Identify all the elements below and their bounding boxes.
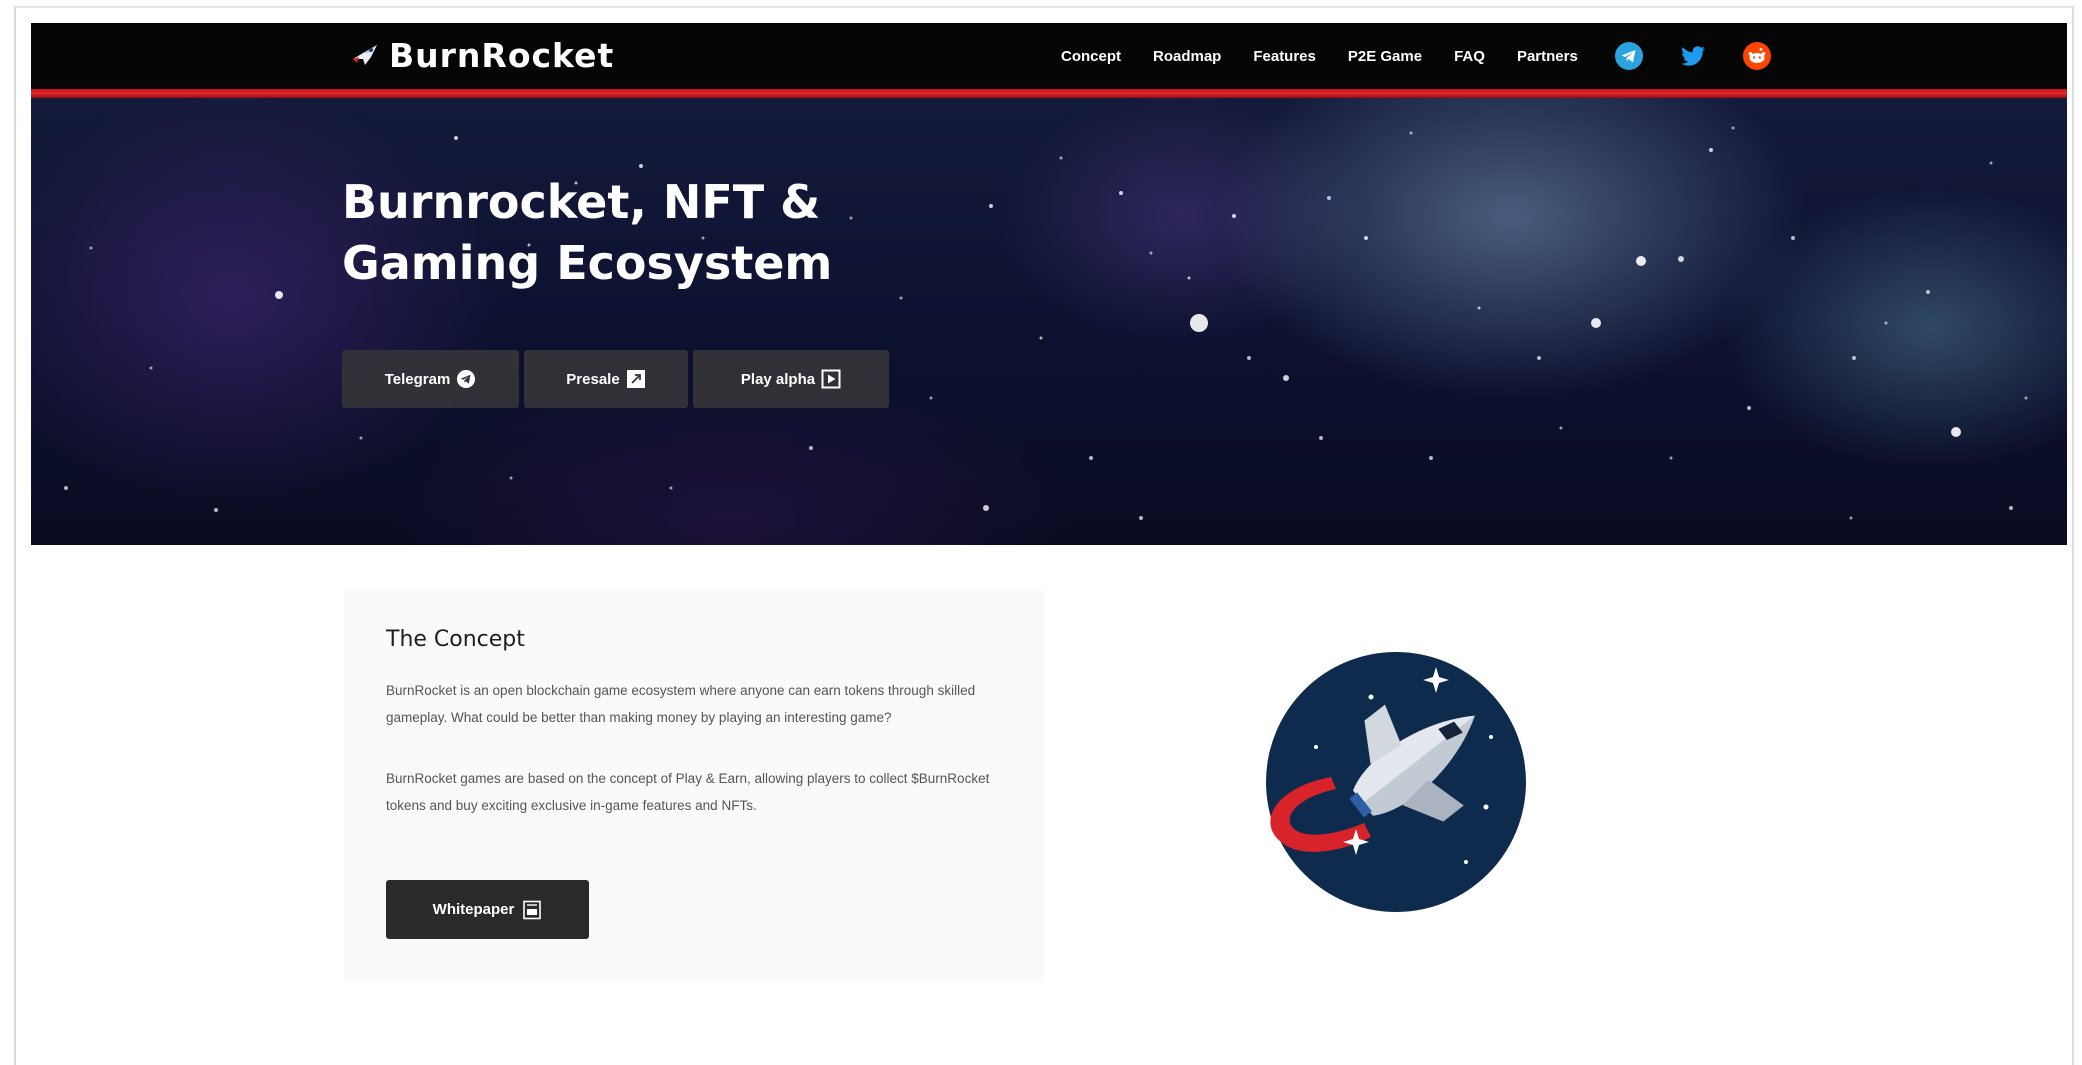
navbar-accent-line — [31, 89, 2067, 98]
hero-banner: Burnrocket, NFT & Gaming Ecosystem Teleg… — [31, 98, 2067, 545]
concept-title: The Concept — [386, 627, 525, 652]
logo[interactable]: BurnRocket — [349, 35, 614, 75]
play-icon — [821, 369, 841, 389]
nav-link-features[interactable]: Features — [1253, 48, 1316, 65]
presale-button[interactable]: Presale — [524, 350, 688, 408]
presale-button-label: Presale — [566, 370, 620, 388]
telegram-icon — [457, 370, 476, 388]
whitepaper-button[interactable]: Whitepaper — [386, 880, 589, 939]
hero-buttons: Telegram Presale Play alpha — [342, 350, 894, 408]
telegram-button-label: Telegram — [384, 370, 451, 388]
twitter-icon[interactable] — [1679, 42, 1707, 70]
rocket-illustration — [1266, 652, 1526, 912]
concept-card: The Concept BurnRocket is an open blockc… — [344, 591, 1044, 983]
reddit-icon[interactable] — [1742, 42, 1771, 70]
page: BurnRocket Concept Roadmap Features P2E … — [31, 23, 2067, 1065]
nav-link-concept[interactable]: Concept — [1061, 48, 1121, 65]
concept-paragraph-1: BurnRocket is an open blockchain game ec… — [386, 683, 976, 725]
telegram-button[interactable]: Telegram — [342, 350, 519, 408]
social-links — [1614, 42, 1807, 70]
rocket-logo-icon — [353, 45, 377, 65]
brand-name: BurnRocket — [389, 35, 615, 75]
whitepaper-button-label: Whitepaper — [432, 901, 515, 918]
nav-link-partners[interactable]: Partners — [1517, 48, 1578, 65]
nav-link-faq[interactable]: FAQ — [1454, 48, 1485, 65]
nav-link-p2e-game[interactable]: P2E Game — [1348, 48, 1422, 65]
nav-link-roadmap[interactable]: Roadmap — [1153, 48, 1221, 65]
navbar: BurnRocket Concept Roadmap Features P2E … — [31, 23, 2067, 89]
play-alpha-button[interactable]: Play alpha — [693, 350, 889, 408]
nav-menu: Concept Roadmap Features P2E Game FAQ Pa… — [1061, 23, 1807, 89]
hero-title: Burnrocket, NFT & Gaming Ecosystem — [342, 175, 833, 290]
play-alpha-button-label: Play alpha — [740, 370, 816, 388]
telegram-icon[interactable] — [1614, 42, 1643, 70]
document-icon — [523, 900, 542, 919]
starfield-background — [64, 126, 2028, 520]
concept-paragraph-2: BurnRocket games are based on the concep… — [386, 771, 990, 813]
external-link-icon — [626, 370, 645, 388]
